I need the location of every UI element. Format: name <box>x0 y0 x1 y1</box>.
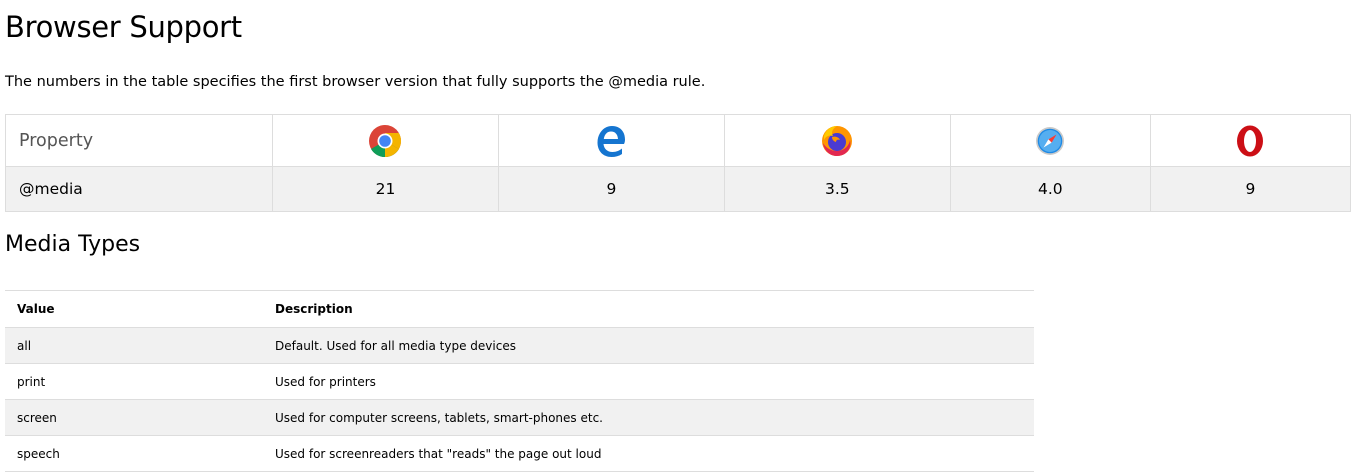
property-header: Property <box>5 114 273 167</box>
media-support-row: @media 21 9 3.5 4.0 9 <box>5 166 1352 212</box>
table-row: speech Used for screenreaders that "read… <box>5 435 1034 472</box>
opera-icon <box>1235 124 1265 158</box>
edge-header <box>497 114 725 167</box>
media-type-description: Used for printers <box>263 363 1034 400</box>
browser-header-row: Property <box>5 114 1352 167</box>
media-type-value: print <box>5 363 263 400</box>
table-row: screen Used for computer screens, tablet… <box>5 399 1034 436</box>
media-type-description: Used for computer screens, tablets, smar… <box>263 399 1034 436</box>
media-type-value: screen <box>5 399 263 436</box>
browser-support-table: Property @media 21 9 3.5 4.0 9 <box>5 114 1352 212</box>
property-name: @media <box>5 166 273 212</box>
media-types-heading: Media Types <box>5 232 141 257</box>
safari-icon <box>1035 126 1065 156</box>
media-type-description: Default. Used for all media type devices <box>263 327 1034 364</box>
safari-version: 4.0 <box>949 166 1151 212</box>
chrome-header <box>272 114 499 167</box>
media-type-value: speech <box>5 435 263 472</box>
firefox-icon <box>820 124 854 158</box>
opera-header <box>1149 114 1352 167</box>
media-type-value: all <box>5 327 263 364</box>
firefox-header <box>723 114 951 167</box>
chrome-icon <box>368 124 402 158</box>
table-row: print Used for printers <box>5 363 1034 400</box>
edge-version: 9 <box>497 166 725 212</box>
chrome-version: 21 <box>272 166 499 212</box>
browser-support-intro: The numbers in the table specifies the f… <box>5 74 706 90</box>
description-column-header: Description <box>263 290 1034 328</box>
media-type-description: Used for screenreaders that "reads" the … <box>263 435 1034 472</box>
firefox-version: 3.5 <box>723 166 951 212</box>
media-types-table: Value Description all Default. Used for … <box>5 290 1034 472</box>
edge-icon <box>594 124 628 158</box>
table-row: all Default. Used for all media type dev… <box>5 327 1034 364</box>
media-types-header-row: Value Description <box>5 290 1034 328</box>
opera-version: 9 <box>1149 166 1352 212</box>
value-column-header: Value <box>5 290 263 328</box>
safari-header <box>949 114 1151 167</box>
browser-support-heading: Browser Support <box>5 10 242 44</box>
page: Browser Support The numbers in the table… <box>0 0 1362 474</box>
